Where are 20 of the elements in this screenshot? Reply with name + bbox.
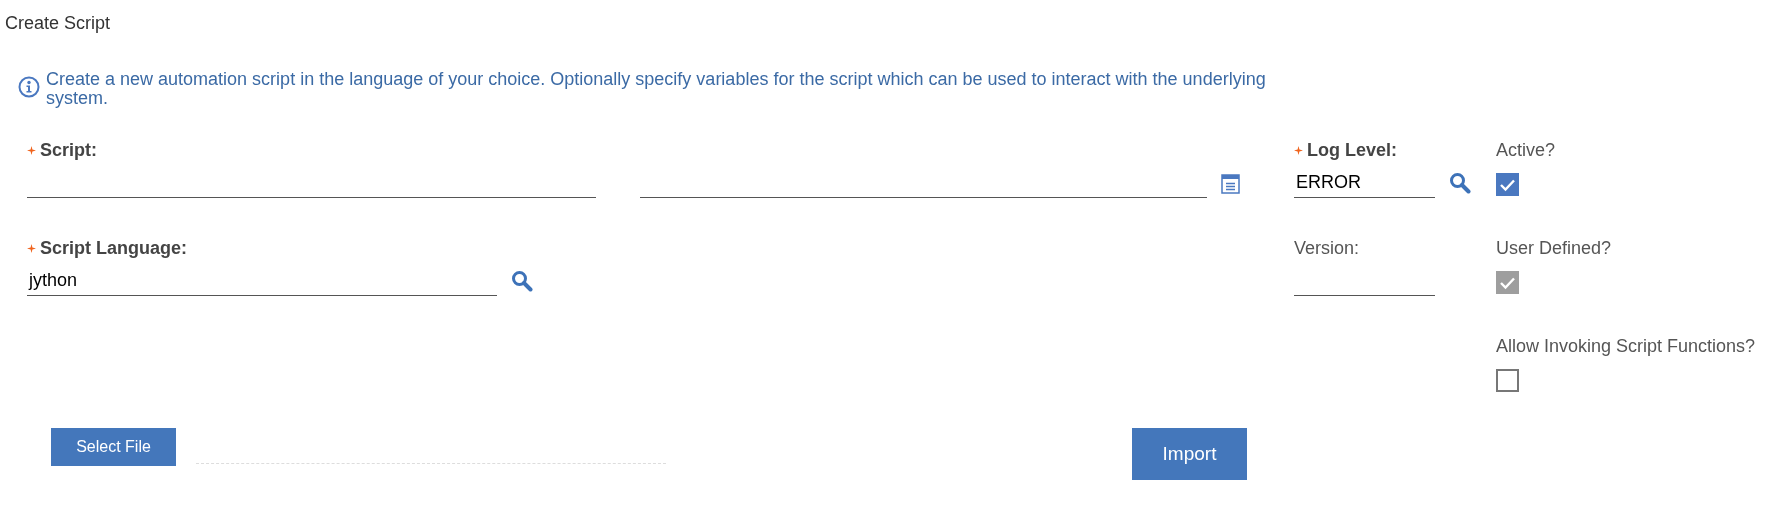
checkbox-label: Active? [1496, 139, 1557, 162]
input-field[interactable]: jython [27, 266, 497, 296]
select-file-button[interactable]: Select File [51, 428, 176, 466]
field-label: Script: [40, 138, 97, 162]
field-label: Version: [1294, 236, 1360, 260]
check-icon [1499, 177, 1516, 192]
long-description-icon[interactable] [1221, 174, 1240, 194]
field-label: Script Language: [40, 236, 187, 260]
checkbox[interactable] [1496, 369, 1519, 392]
checkbox-label: Allow Invoking Script Functions? [1496, 335, 1757, 358]
import-button[interactable]: Import [1132, 428, 1247, 480]
info-icon [18, 76, 40, 98]
search-icon[interactable] [511, 270, 533, 292]
page-title: Create Script [5, 12, 111, 35]
field-label: Log Level: [1307, 138, 1397, 162]
input-field[interactable]: ERROR [1294, 168, 1435, 198]
info-message: Create a new automation script in the language of your choice. Optionally specify variables for the script which can be used to interact with the underlying system. [46, 70, 1267, 108]
search-icon[interactable] [1449, 172, 1471, 194]
checkbox-label: User Defined? [1496, 237, 1613, 260]
checkbox[interactable] [1496, 173, 1519, 196]
